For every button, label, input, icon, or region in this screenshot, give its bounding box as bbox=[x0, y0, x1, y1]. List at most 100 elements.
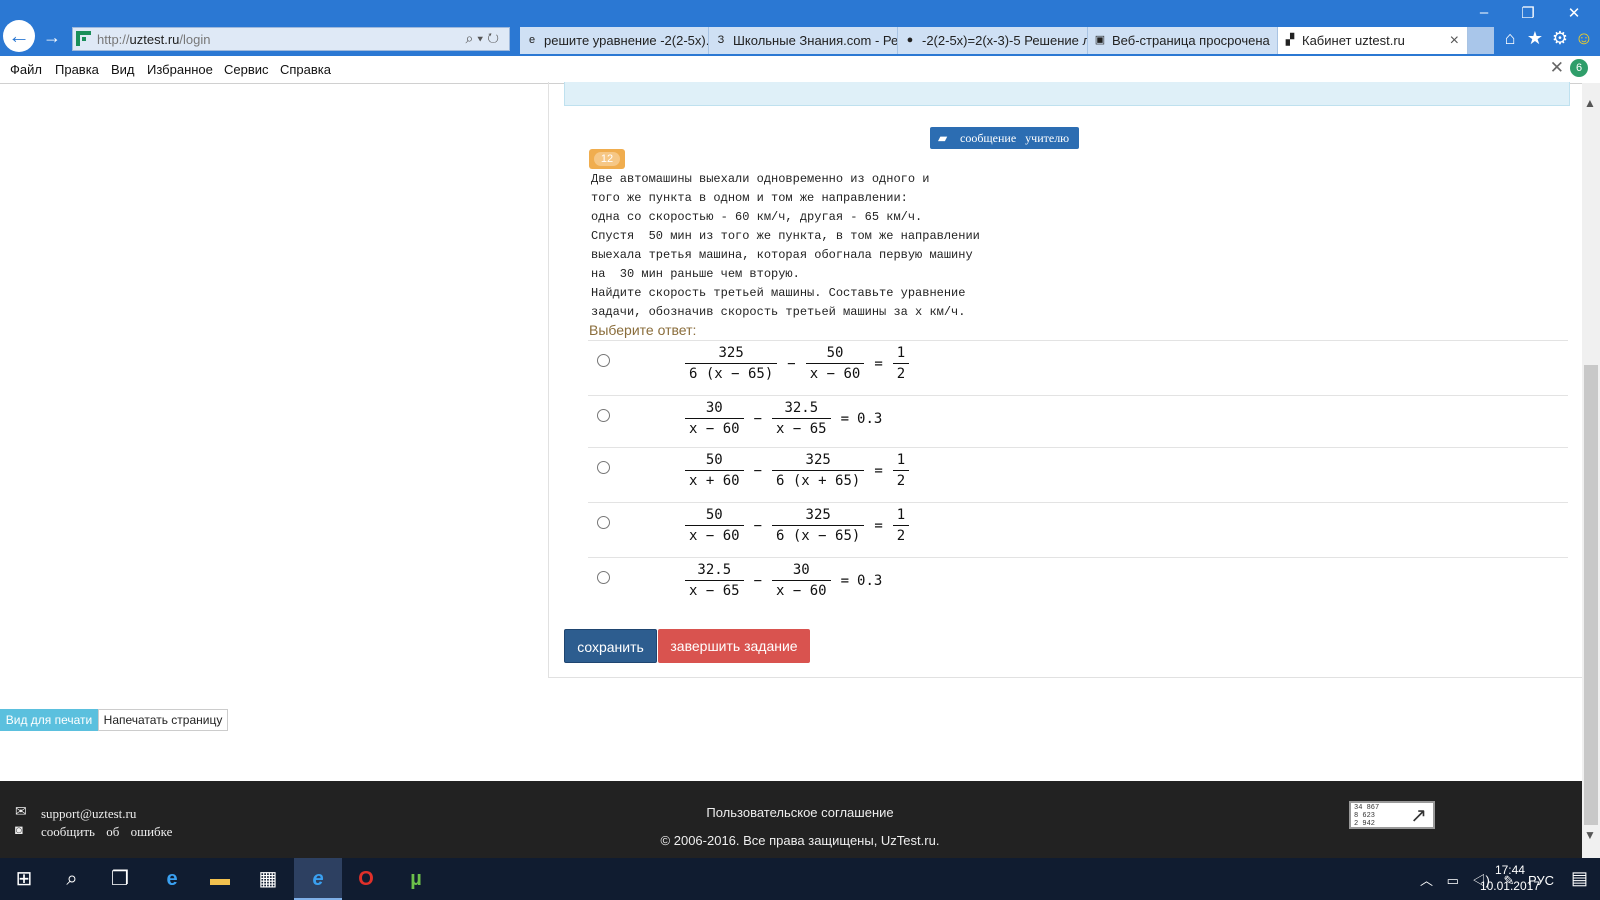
fraction-denominator: x + 60 bbox=[685, 470, 744, 489]
tab-label: Школьные Знания.com - Ре... bbox=[733, 33, 898, 48]
restore-button[interactable]: ❐ bbox=[1510, 4, 1546, 22]
save-button[interactable]: сохранить bbox=[564, 629, 657, 663]
forward-button[interactable]: → bbox=[40, 26, 64, 50]
opera-browser-icon[interactable]: O bbox=[342, 866, 390, 894]
minus-sign: − bbox=[753, 462, 763, 479]
copyright-text: © 2006-2016. Все права защищены, UzTest.… bbox=[660, 833, 940, 848]
fraction-numerator: 325 bbox=[718, 345, 744, 361]
equals-sign: = bbox=[840, 572, 850, 589]
address-url: http://uztest.ru/login bbox=[97, 32, 211, 47]
answer-formula: 50 x − 60−325 6 (x − 65) = 1 2 bbox=[683, 507, 911, 544]
task-view-icon[interactable]: ❐ bbox=[96, 866, 144, 894]
fraction: 30 x − 60 bbox=[772, 562, 831, 599]
question-text-line: Две автомашины выехали одновременно из о… bbox=[591, 172, 930, 186]
fraction-numerator: 1 bbox=[896, 345, 906, 361]
menu-file[interactable]: Файл bbox=[10, 62, 42, 77]
system-clock[interactable]: 17:44 10.01.2017 bbox=[1480, 862, 1540, 894]
menu-edit[interactable]: Правка bbox=[55, 62, 99, 77]
minus-sign: − bbox=[753, 572, 763, 589]
fraction-denominator: 6 (x − 65) bbox=[772, 525, 865, 544]
close-tab-icon[interactable]: × bbox=[1450, 27, 1459, 54]
answer-formula: 30 x − 60− 32.5 x − 65 = 0.3 bbox=[683, 400, 882, 437]
favorites-star-icon[interactable]: ★ bbox=[1523, 28, 1547, 49]
fraction-denominator: x − 60 bbox=[772, 580, 831, 599]
fraction: 32.5 x − 65 bbox=[772, 400, 831, 437]
settings-gear-icon[interactable]: ⚙ bbox=[1548, 28, 1572, 49]
message-teacher-button[interactable]: ▰ сообщение учителю bbox=[930, 127, 1079, 149]
question-text-line: Найдите скорость третьей машины. Составь… bbox=[591, 286, 966, 300]
answer-radio[interactable] bbox=[597, 571, 610, 584]
fraction: 12 bbox=[892, 507, 910, 544]
menu-view[interactable]: Вид bbox=[111, 62, 135, 77]
fraction: 50 x − 60 bbox=[805, 345, 865, 382]
ie-icon: e bbox=[528, 34, 536, 46]
site-footer: ✉ support@uztest.ru ◙ сообщить об ошибке… bbox=[0, 781, 1582, 858]
browser-tab[interactable]: ● -2(2-5x)=2(x-3)-5 Решение л... bbox=[898, 27, 1088, 54]
print-view-button[interactable]: Вид для печати bbox=[0, 709, 98, 731]
equals-sign: = bbox=[874, 462, 883, 479]
browser-tab[interactable]: З Школьные Знания.com - Ре... bbox=[709, 27, 898, 54]
minus-sign: − bbox=[753, 410, 763, 427]
znanija-icon: З bbox=[717, 34, 725, 46]
question-number-badge: 12 bbox=[589, 149, 625, 169]
notifications-icon[interactable]: ▤ bbox=[1571, 868, 1588, 889]
fraction: 12 bbox=[892, 345, 910, 382]
answer-option[interactable]: 50 x + 60−325 6 (x + 65) = 1 2 bbox=[588, 447, 1568, 503]
fraction: 12 bbox=[892, 452, 910, 489]
fraction-numerator: 32.5 bbox=[784, 400, 819, 416]
fraction: 325 6 (x + 65) bbox=[772, 452, 865, 489]
utorrent-icon[interactable]: µ bbox=[392, 866, 440, 894]
answer-formula: 32.5 x − 65− 30 x − 60 = 0.3 bbox=[683, 562, 882, 599]
close-bar-icon[interactable]: ✕ bbox=[1550, 58, 1564, 78]
arrow-up-right-icon: ↗ bbox=[1410, 805, 1427, 827]
menu-tools[interactable]: Сервис bbox=[224, 62, 269, 77]
browser-tab[interactable]: e решите уравнение -2(2-5x)... bbox=[520, 27, 709, 54]
browser-tab[interactable]: ▣ Веб-страница просрочена bbox=[1088, 27, 1278, 54]
address-search-refresh-icons[interactable]: ⌕▾↻ bbox=[465, 30, 503, 47]
answer-option[interactable]: 32.5 x − 65− 30 x − 60 = 0.3 bbox=[588, 557, 1568, 613]
back-button[interactable]: ← bbox=[3, 20, 35, 52]
search-icon[interactable]: ⌕ bbox=[48, 866, 96, 894]
close-window-button[interactable]: ✕ bbox=[1556, 4, 1592, 22]
fraction-denominator: x − 60 bbox=[685, 525, 744, 544]
question-text-line: Спустя 50 мин из того же пункта, в том ж… bbox=[591, 229, 980, 243]
fraction: 325 6 (x − 65) bbox=[685, 345, 778, 382]
print-page-button[interactable]: Напечатать страницу bbox=[98, 709, 228, 731]
fraction: 50 x − 60 bbox=[685, 507, 744, 544]
address-bar[interactable]: http://uztest.ru/login ⌕▾↻ bbox=[72, 27, 510, 51]
edge-browser-icon[interactable]: e bbox=[148, 866, 196, 894]
answer-radio[interactable] bbox=[597, 461, 610, 474]
counter-values: 34 867 8 623 2 942 bbox=[1354, 804, 1380, 828]
internet-explorer-icon[interactable]: e bbox=[294, 858, 342, 900]
answer-formula: 50 x + 60−325 6 (x + 65) = 1 2 bbox=[683, 452, 911, 489]
answer-option[interactable]: 50 x − 60−325 6 (x − 65) = 1 2 bbox=[588, 502, 1568, 558]
scroll-up-icon[interactable]: ▲ bbox=[1584, 96, 1596, 110]
visit-counter[interactable]: 34 867 8 623 2 942 ↗ bbox=[1349, 801, 1435, 829]
answer-radio[interactable] bbox=[597, 409, 610, 422]
menu-favorites[interactable]: Избранное bbox=[147, 62, 213, 77]
fraction-denominator: 2 bbox=[892, 525, 910, 544]
fraction-numerator: 1 bbox=[896, 507, 906, 523]
fraction: 325 6 (x − 65) bbox=[772, 507, 865, 544]
scrollbar-thumb[interactable] bbox=[1584, 365, 1598, 825]
file-explorer-icon[interactable]: ▬ bbox=[196, 866, 244, 894]
finish-task-button[interactable]: завершить задание bbox=[658, 629, 810, 663]
tab-label: решите уравнение -2(2-5x)... bbox=[544, 33, 709, 48]
answer-option[interactable]: 30 x − 60− 32.5 x − 65 = 0.3 bbox=[588, 395, 1568, 448]
browser-tab[interactable]: ▞ Кабинет uztest.ru × bbox=[1278, 27, 1468, 54]
colorful-icon: ● bbox=[906, 34, 914, 46]
home-icon[interactable]: ⌂ bbox=[1498, 28, 1522, 49]
fraction-denominator: 6 (x + 65) bbox=[772, 470, 865, 489]
menu-help[interactable]: Справка bbox=[280, 62, 331, 77]
new-tab-button[interactable] bbox=[1468, 27, 1494, 54]
windows-taskbar: ⊞ ⌕ ❐ e ▬ ▦ e O µ ︿ ▭ ◁) ✎ РУС 17:44 10.0… bbox=[0, 858, 1600, 900]
equals-sign: = bbox=[874, 355, 883, 372]
windows-start-icon[interactable]: ⊞ bbox=[0, 866, 48, 894]
store-icon[interactable]: ▦ bbox=[244, 866, 292, 894]
answer-radio[interactable] bbox=[597, 516, 610, 529]
answer-option[interactable]: 325 6 (x − 65) −50 x − 60 = 1 2 bbox=[588, 340, 1568, 396]
smiley-feedback-icon[interactable]: ☺ bbox=[1572, 28, 1596, 49]
minimize-button[interactable]: – bbox=[1466, 4, 1502, 21]
answer-radio[interactable] bbox=[597, 354, 610, 367]
shield-badge-icon[interactable]: 6 bbox=[1570, 59, 1588, 77]
